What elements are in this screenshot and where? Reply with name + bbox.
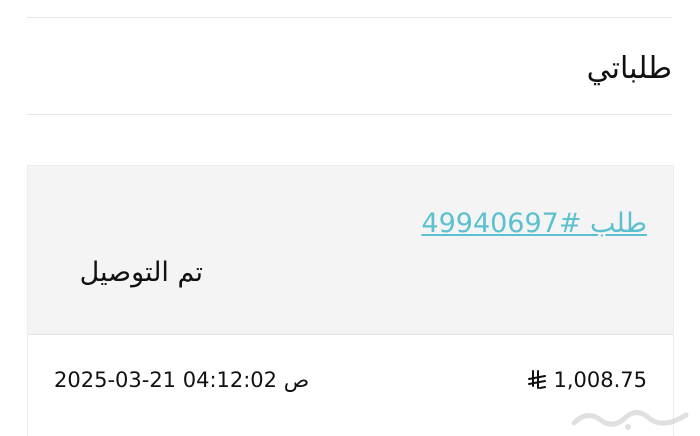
- order-card-header: طلب #49940697 تم التوصيل: [28, 166, 673, 335]
- saudi-riyal-icon: [528, 370, 547, 389]
- title-divider: [27, 114, 672, 115]
- order-amount-group: 1,008.75: [527, 365, 647, 395]
- order-number-link[interactable]: طلب #49940697: [421, 204, 647, 244]
- order-card[interactable]: طلب #49940697 تم التوصيل 1,008.75 2025-0…: [27, 165, 674, 436]
- order-datetime: 2025-03-21 04:12:02 ص: [54, 368, 310, 392]
- page-title: طلباتي: [586, 51, 672, 86]
- order-amount: 1,008.75: [553, 368, 647, 392]
- haraj-logo: [571, 410, 689, 430]
- top-divider: [27, 17, 672, 18]
- order-status: تم التوصيل: [79, 257, 203, 288]
